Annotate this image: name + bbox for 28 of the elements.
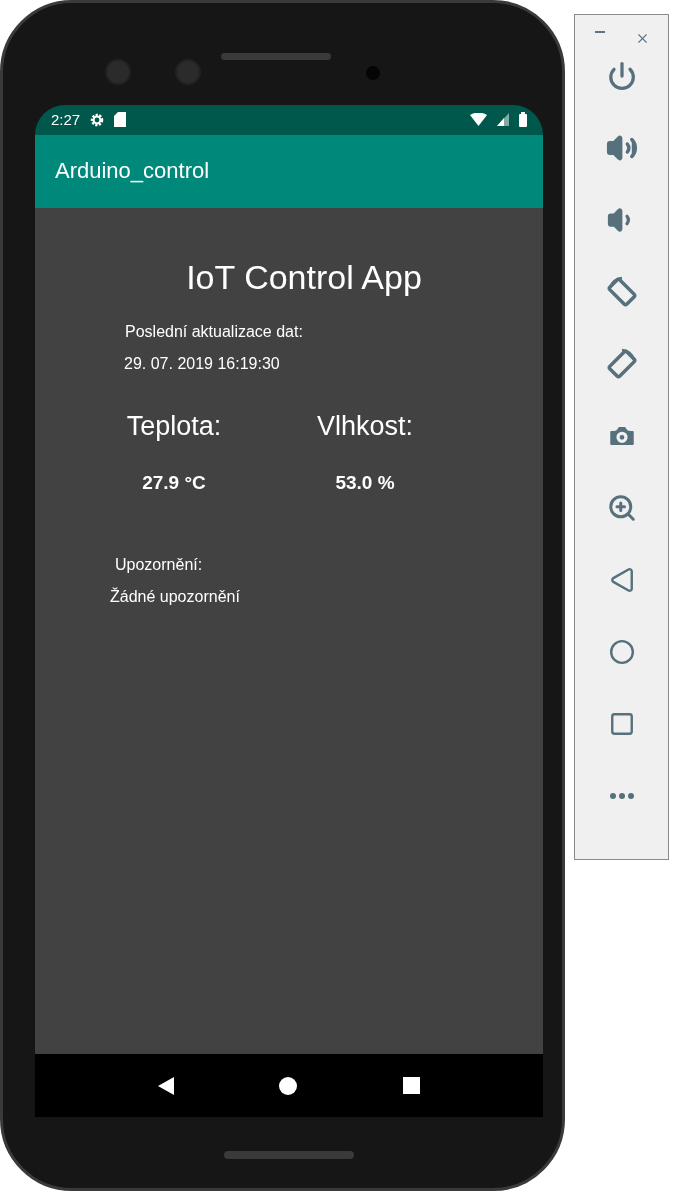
app-heading: IoT Control App — [186, 257, 422, 297]
back-icon — [608, 567, 635, 593]
alert-message: Žádné upozornění — [110, 587, 240, 606]
minimize-icon — [595, 31, 605, 33]
battery-icon — [519, 112, 527, 128]
update-timestamp: 29. 07. 2019 16:19:30 — [124, 354, 280, 373]
alert-label: Upozornění: — [115, 555, 203, 574]
reading-value: 27.9 °C — [142, 471, 206, 494]
close-button[interactable] — [635, 31, 650, 46]
home-icon — [608, 639, 635, 665]
recents-icon — [403, 1077, 421, 1095]
reading-label: Vlhkost: — [316, 410, 413, 442]
signal-icon — [497, 113, 509, 127]
reading-value: 53.0 % — [335, 471, 395, 494]
more-icon — [609, 793, 634, 799]
gear-icon — [90, 112, 105, 127]
home-icon — [279, 1076, 298, 1095]
sd-card-icon — [114, 112, 127, 128]
update-label: Poslední aktualizace dat: — [125, 322, 303, 341]
power-icon — [606, 61, 637, 91]
status-time: 2:27 — [51, 111, 81, 129]
reading-label: Teplota: — [126, 410, 222, 442]
overview-icon — [608, 711, 635, 737]
zoom-icon — [606, 493, 637, 523]
close-icon — [635, 31, 650, 46]
app-title: Arduino_control — [55, 158, 210, 185]
wifi-icon — [470, 113, 487, 127]
back-icon — [157, 1076, 174, 1095]
